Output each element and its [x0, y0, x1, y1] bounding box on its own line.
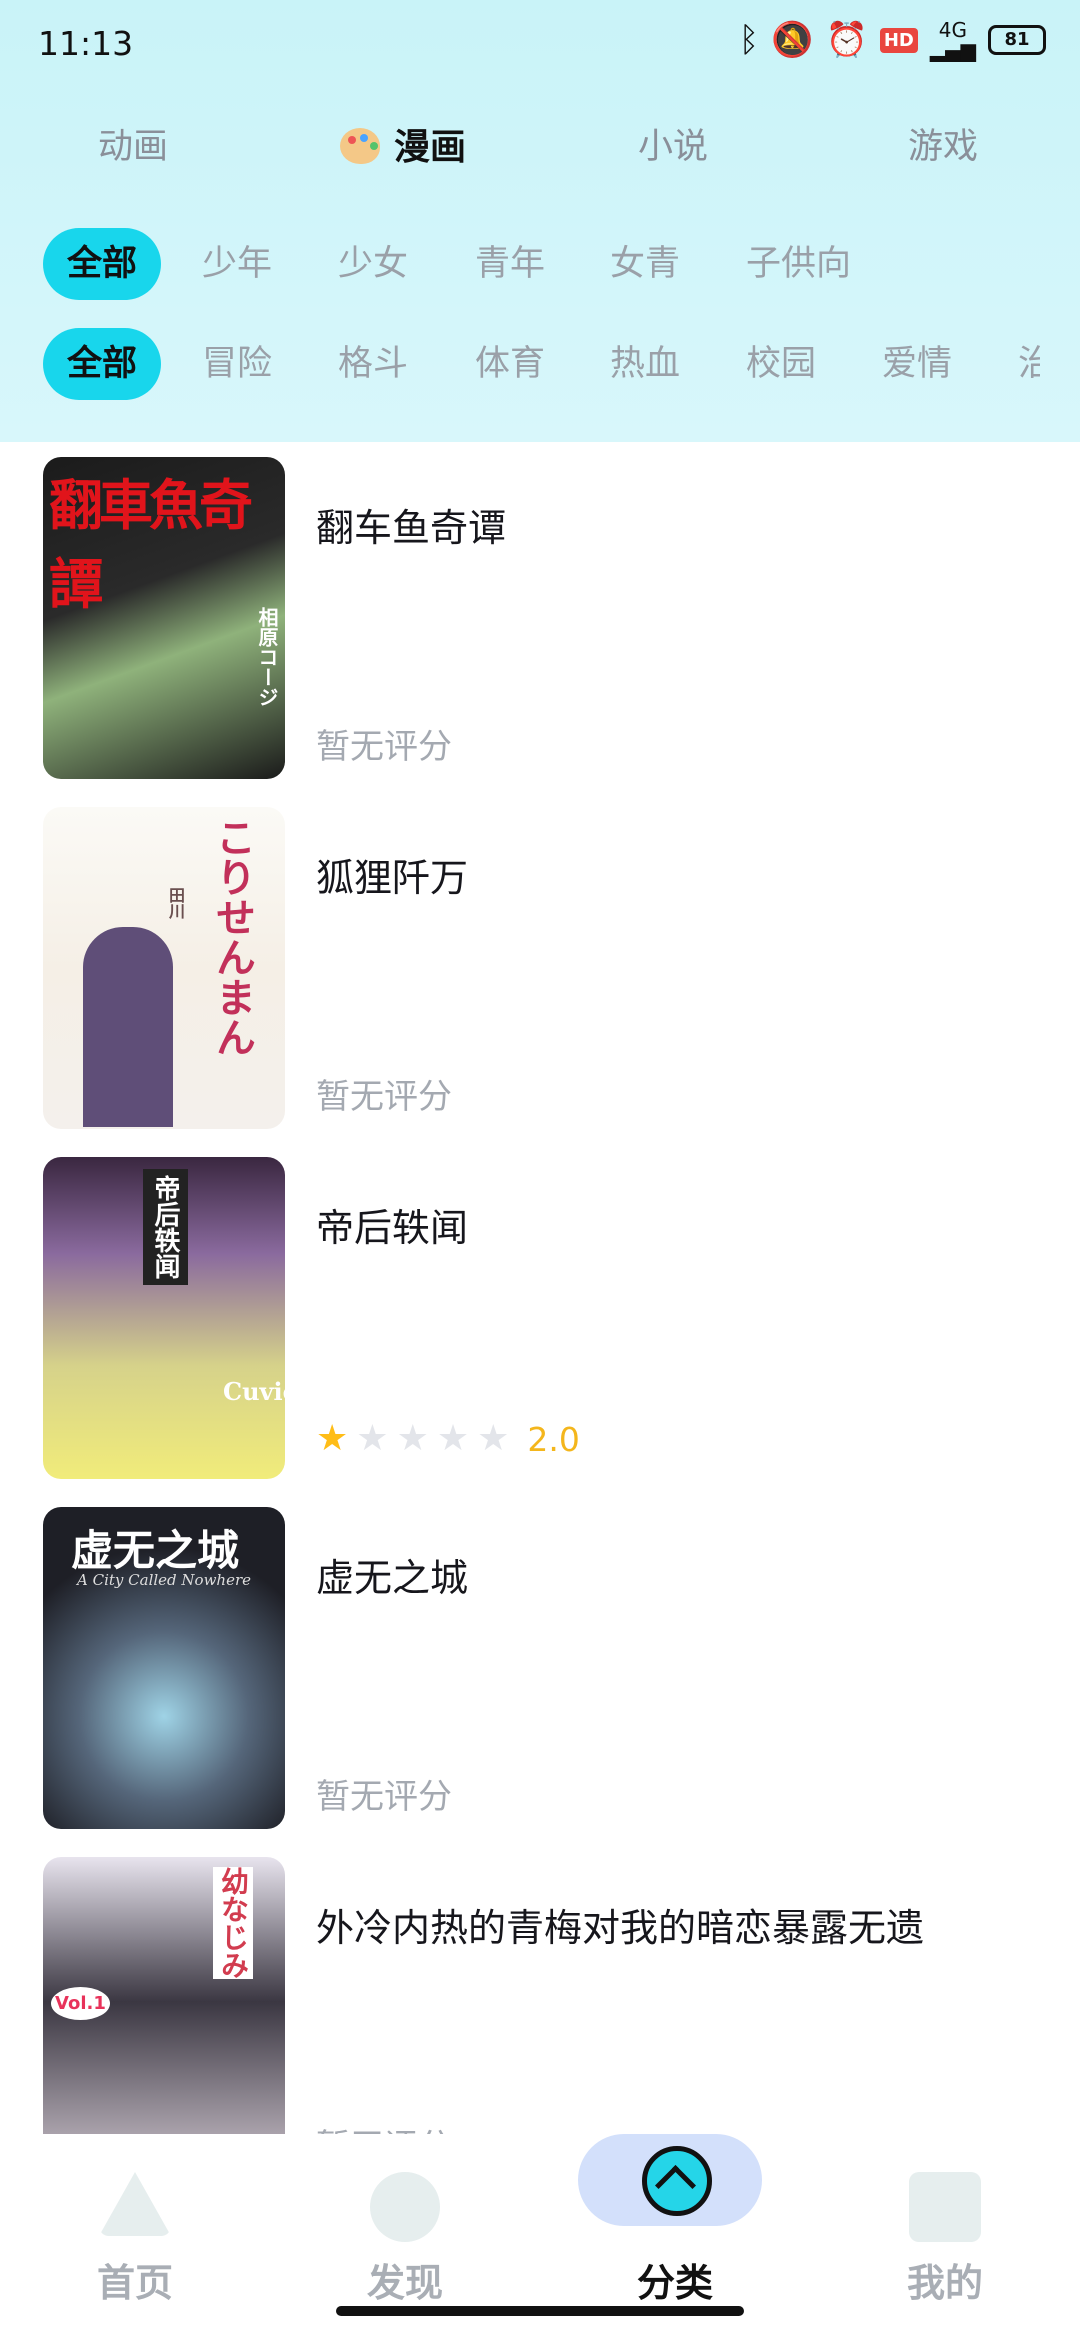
battery-icon: 81: [988, 25, 1046, 55]
chip-genre-healing[interactable]: 治: [1018, 328, 1040, 400]
comic-item[interactable]: 幼なじみ Vol.1 外冷内热的青梅对我的暗恋暴露无遗 暂无评分: [0, 1857, 1080, 2179]
rating-score: 2.0: [527, 1419, 580, 1459]
tab-game[interactable]: 游戏: [908, 118, 978, 169]
tab-manga[interactable]: 漫画: [340, 118, 466, 170]
tab-manga-label: 漫画: [394, 127, 467, 168]
chip-audience-seinen[interactable]: 青年: [475, 228, 545, 300]
category-icon: [642, 2146, 712, 2216]
mute-icon: 🔕: [771, 20, 814, 60]
status-icons: ᛒ 🔕 ⏰ HD 4G ▂▄▆ 81: [739, 20, 1046, 60]
signal-icon: 4G ▂▄▆: [929, 18, 976, 62]
comic-title: 虚无之城: [316, 1556, 469, 1600]
cover-author-text: 田川: [166, 887, 185, 919]
alarm-icon: ⏰: [825, 20, 868, 60]
comic-item[interactable]: 虚无之城 A City Called Nowhere 虚无之城 暂无评分: [0, 1507, 1080, 1829]
chip-audience-josei[interactable]: 女青: [610, 228, 680, 300]
main-tabs: 动画 漫画 小说 游戏: [0, 118, 1080, 178]
cover-illustration: [83, 927, 173, 1127]
cover-title-text: 虚无之城: [71, 1526, 240, 1575]
status-time: 11:13: [38, 24, 134, 63]
rating-text: 暂无评分: [316, 727, 452, 767]
comic-title: 狐狸阡万: [316, 856, 469, 900]
star-empty-icon: ★: [396, 1418, 429, 1459]
network-label: 4G: [938, 18, 968, 42]
hd-icon: HD: [879, 27, 918, 53]
comic-item[interactable]: こりせんまん 田川 狐狸阡万 暂无评分: [0, 807, 1080, 1129]
discover-icon: [370, 2172, 440, 2242]
chip-genre-school[interactable]: 校园: [746, 328, 816, 400]
chip-audience-all[interactable]: 全部: [43, 228, 162, 300]
profile-icon: [909, 2172, 981, 2242]
chip-audience-shojo[interactable]: 少女: [338, 228, 408, 300]
cover-volume-badge: Vol.1: [51, 1987, 110, 2020]
comic-cover[interactable]: 翻車魚奇譚 相原コージ: [43, 457, 285, 779]
cover-author-text: Cuvie: [223, 1377, 285, 1406]
genre-filter: 全部 冒险 格斗 体育 热血 校园 爱情 治: [0, 328, 1040, 400]
audience-filter: 全部 少年 少女 青年 女青 子供向: [0, 228, 1080, 300]
bluetooth-icon: ᛒ: [738, 20, 760, 60]
comic-cover[interactable]: こりせんまん 田川: [43, 807, 285, 1129]
chip-genre-adventure[interactable]: 冒险: [202, 328, 272, 400]
tab-anime[interactable]: 动画: [98, 118, 168, 169]
star-rating: ★ ★ ★ ★ ★ 2.0: [316, 1419, 580, 1459]
comic-item[interactable]: 帝后轶闻 Cuvie 帝后轶闻 ★ ★ ★ ★ ★ 2.0: [0, 1157, 1080, 1479]
chip-genre-all[interactable]: 全部: [43, 328, 162, 400]
nav-profile-label: 我的: [906, 2261, 983, 2305]
star-empty-icon: ★: [477, 1418, 510, 1459]
cover-title-text: こりせんまん: [209, 817, 255, 1057]
home-indicator[interactable]: [336, 2306, 744, 2316]
chip-audience-kids[interactable]: 子供向: [746, 228, 851, 300]
palette-icon: [340, 128, 380, 164]
comic-title: 翻车鱼奇谭: [316, 506, 507, 550]
status-bar: 11:13 ᛒ 🔕 ⏰ HD 4G ▂▄▆ 81: [0, 0, 1080, 90]
chip-genre-romance[interactable]: 爱情: [882, 328, 952, 400]
star-filled-icon: ★: [316, 1418, 349, 1459]
rating-text: 暂无评分: [316, 1777, 452, 1817]
home-icon: [99, 2172, 171, 2236]
nav-home[interactable]: 首页: [0, 2134, 270, 2340]
nav-discover-label: 发现: [366, 2261, 443, 2305]
cover-author-text: A City Called Nowhere: [77, 1571, 251, 1589]
comic-cover[interactable]: 帝后轶闻 Cuvie: [43, 1157, 285, 1479]
nav-profile[interactable]: 我的: [810, 2134, 1080, 2340]
comic-cover[interactable]: 虚无之城 A City Called Nowhere: [43, 1507, 285, 1829]
nav-home-label: 首页: [96, 2261, 173, 2305]
cover-title-text: 幼なじみ: [213, 1867, 253, 1979]
chip-genre-sports[interactable]: 体育: [475, 328, 545, 400]
nav-category-label: 分类: [636, 2261, 713, 2305]
comic-title: 帝后轶闻: [316, 1206, 469, 1250]
star-empty-icon: ★: [356, 1418, 389, 1459]
chip-audience-shonen[interactable]: 少年: [202, 228, 272, 300]
chip-genre-fighting[interactable]: 格斗: [338, 328, 408, 400]
rating-text: 暂无评分: [316, 1077, 452, 1117]
cover-author-text: 相原コージ: [255, 607, 279, 707]
comic-item[interactable]: 翻車魚奇譚 相原コージ 翻车鱼奇谭 暂无评分: [0, 457, 1080, 779]
tab-novel[interactable]: 小说: [638, 118, 708, 169]
chip-genre-hotblood[interactable]: 热血: [610, 328, 680, 400]
comic-title: 外冷内热的青梅对我的暗恋暴露无遗: [316, 1906, 925, 1950]
header: 11:13 ᛒ 🔕 ⏰ HD 4G ▂▄▆ 81 动画 漫画 小说 游戏 全部 少…: [0, 0, 1080, 442]
cover-title-text: 翻車魚奇譚: [49, 474, 253, 616]
star-empty-icon: ★: [436, 1418, 470, 1459]
cover-title-text: 帝后轶闻: [143, 1169, 188, 1285]
comic-cover[interactable]: 幼なじみ Vol.1: [43, 1857, 285, 2179]
